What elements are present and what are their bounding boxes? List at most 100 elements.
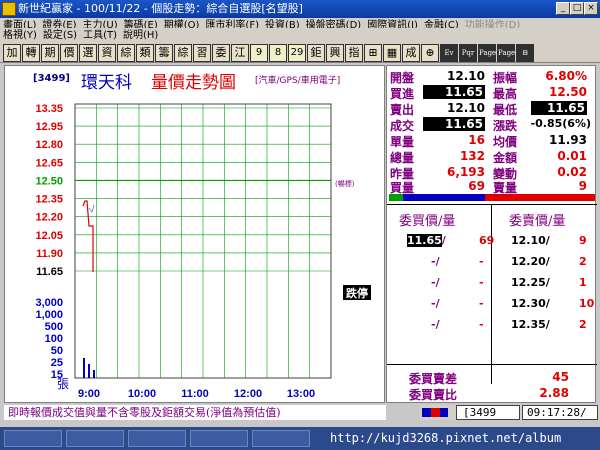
ask-price: 12.10/ — [511, 234, 550, 247]
menu-item[interactable]: 格視(Y) — [0, 28, 40, 43]
bid-header: 委買價/量 — [399, 214, 456, 229]
toolbar-button[interactable]: ⊞ — [364, 44, 382, 62]
taskbar-item[interactable] — [128, 430, 186, 447]
price-volume-chart[interactable]: 13.35 12.95 12.80 12.65 12.50 12.35 12.20 12.05… — [5, 66, 386, 404]
ask-qty: 2 — [579, 255, 587, 268]
limit-down-label: 跌停 — [346, 286, 368, 300]
bid-qty: - — [479, 255, 484, 268]
clock-display: 09:17:28/ — [522, 405, 598, 420]
volume-tick-label: 100 — [45, 333, 63, 345]
toolbar-button[interactable]: ⊟ — [516, 44, 534, 62]
status-message: 即時報價成交值與量不含零股及鉅額交易(淨值為預估值) — [4, 405, 386, 420]
volume-tick-label: 1,000 — [35, 309, 63, 321]
toolbar-button[interactable]: Ev — [440, 44, 458, 62]
title-bar: 新世紀贏家 - 100/11/22 - 個股走勢：綜合自選股[名望股] _ □ … — [0, 0, 600, 18]
bid-value: 11.65 — [423, 85, 485, 99]
toolbar-button[interactable]: 習 — [193, 44, 211, 62]
quote-row-last: 成交 11.65 漲跌 -0.85(6%) — [387, 116, 597, 133]
buy-ratio-segment — [389, 194, 485, 201]
quote-row-open: 開盤 12.10 振幅 6.80% — [387, 68, 597, 85]
bid-qty: - — [479, 276, 484, 289]
sell-ratio-segment — [485, 194, 595, 201]
divider — [387, 204, 597, 205]
toolbar-button[interactable]: Pqr — [459, 44, 477, 62]
toolbar-button[interactable]: 轉 — [22, 44, 40, 62]
toolbar-button[interactable]: 鉅 — [307, 44, 325, 62]
toolbar-button[interactable]: 指 — [345, 44, 363, 62]
price-tick-label: 11.90 — [36, 248, 63, 260]
taskbar-item[interactable] — [190, 430, 248, 447]
volume-tick-label: 3,000 — [35, 297, 63, 309]
taskbar-item[interactable] — [4, 430, 62, 447]
time-tick-label: 13:00 — [287, 388, 315, 400]
bid-price: -/ — [431, 276, 440, 289]
stock-code-input[interactable]: [3499 — [456, 405, 520, 420]
toolbar-button[interactable]: 選 — [79, 44, 97, 62]
toolbar-button[interactable]: 加 — [3, 44, 21, 62]
status-right: [3499 09:17:28/ — [420, 405, 600, 420]
menu-item[interactable]: 工具(T) — [80, 28, 120, 43]
avg-price-value: 11.93 — [549, 133, 587, 147]
bid-price: -/ — [431, 318, 440, 331]
toolbar-button[interactable]: 價 — [60, 44, 78, 62]
toolbar-button[interactable]: 29 — [288, 44, 306, 62]
low-value: 11.65 — [531, 101, 587, 115]
divider — [387, 364, 597, 365]
toolbar-button[interactable]: Page — [478, 44, 496, 62]
toolbar-button[interactable]: ⊕ — [421, 44, 439, 62]
quote-panel: 開盤 12.10 振幅 6.80% 買進 11.65 最高 12.50 賣出 1… — [386, 65, 597, 403]
app-icon — [2, 2, 16, 16]
toolbar-button[interactable]: Page — [497, 44, 515, 62]
minimize-button[interactable]: _ — [556, 2, 570, 15]
quote-row-vol: 單量 16 均價 11.93 — [387, 132, 597, 149]
menu-item[interactable]: 設定(S) — [40, 28, 80, 43]
close-button[interactable]: × — [584, 2, 598, 15]
toolbar-button[interactable]: 類 — [136, 44, 154, 62]
price-tick-label: 13.35 — [35, 103, 63, 115]
bid-price: -/ — [431, 297, 440, 310]
ask-value: 12.10 — [447, 101, 485, 115]
quote-row-bid: 買進 11.65 最高 12.50 — [387, 84, 597, 101]
volume-bar — [83, 358, 85, 378]
last-value: 11.65 — [423, 117, 485, 131]
bid-price: 11.65/ — [407, 234, 446, 247]
toolbar-button[interactable]: 資 — [98, 44, 116, 62]
yesterday-volume-value: 6,193 — [447, 165, 485, 179]
taskbar-item[interactable] — [252, 430, 310, 447]
average-line — [88, 204, 95, 214]
time-tick-label: 9:00 — [78, 388, 100, 400]
toolbar-button[interactable]: 綜 — [117, 44, 135, 62]
volume-tick-label: 25 — [51, 357, 63, 369]
buy-sell-ratio-bar — [389, 194, 595, 201]
volume-tick-label: 500 — [45, 321, 63, 333]
toolbar-button[interactable]: 籌 — [155, 44, 173, 62]
toolbar-button[interactable]: 綜 — [174, 44, 192, 62]
toolbar-button[interactable]: 9 — [250, 44, 268, 62]
taskbar-item[interactable] — [66, 430, 124, 447]
toolbar-button[interactable]: 興 — [326, 44, 344, 62]
toolbar-button[interactable]: 成 — [402, 44, 420, 62]
toolbar-button[interactable]: 期 — [41, 44, 59, 62]
menu-item[interactable]: 說明(H) — [120, 28, 161, 43]
ask-price: 12.25/ — [511, 276, 550, 289]
amount-value: 0.01 — [557, 149, 587, 163]
price-tick-label: 12.80 — [35, 139, 63, 151]
volume-bar — [88, 364, 90, 378]
sell-volume-value: 9 — [578, 179, 587, 193]
maximize-button[interactable]: □ — [570, 2, 584, 15]
order-diff-label: 委買賣差 — [409, 372, 458, 386]
menu-bar-secondary: 格視(Y) 設定(S) 工具(T) 說明(H) — [0, 28, 600, 43]
price-tick-label: 12.05 — [35, 230, 63, 242]
toolbar-button[interactable]: ▦ — [383, 44, 401, 62]
toolbar-button[interactable]: 委 — [212, 44, 230, 62]
bid-qty: 69 — [479, 234, 495, 247]
quote-row-total: 總量 132 金額 0.01 — [387, 148, 597, 165]
toolbar-button[interactable]: 8 — [269, 44, 287, 62]
toolbar-button[interactable]: 江 — [231, 44, 249, 62]
time-tick-label: 12:00 — [234, 388, 262, 400]
order-diff-value: 45 — [552, 370, 569, 384]
amp-value: 6.80% — [545, 69, 587, 83]
ask-price: 12.35/ — [511, 318, 550, 331]
order-ratio-value: 2.88 — [539, 386, 569, 400]
ask-price: 12.20/ — [511, 255, 550, 268]
